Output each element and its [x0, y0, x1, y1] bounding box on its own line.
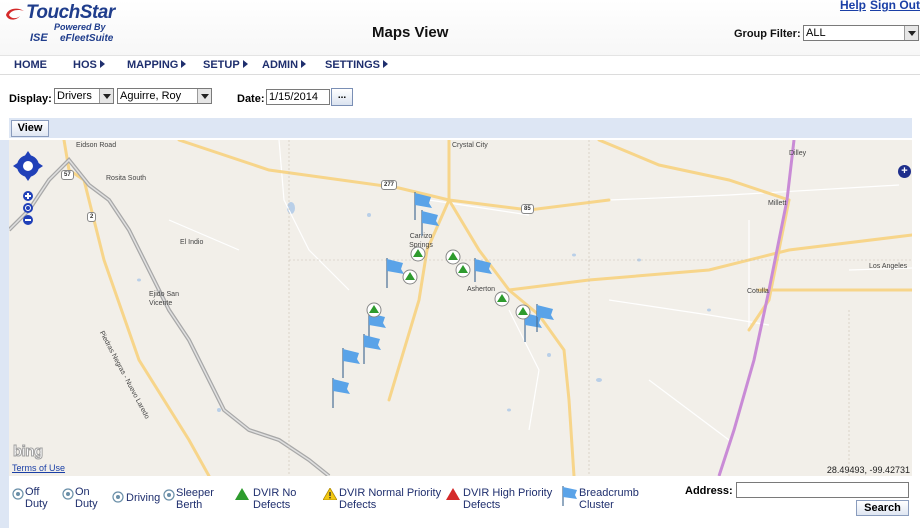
nav-mapping[interactable]: MAPPING — [127, 59, 187, 71]
dvir-no-defects-marker-icon[interactable] — [366, 302, 382, 318]
display-value: Drivers — [57, 90, 92, 102]
logo-brand-text: TouchStar — [26, 2, 115, 23]
group-filter-select[interactable]: ALL — [803, 25, 919, 41]
caret-right-icon — [99, 60, 105, 68]
bing-logo: bing — [13, 443, 44, 461]
date-label: Date: — [237, 93, 265, 105]
logo-powered-text: Powered By — [54, 22, 106, 32]
legend-dvir-no-defects: DVIR No Defects — [253, 487, 297, 511]
legend-breadcrumb-cluster: Breadcrumb Cluster — [579, 487, 639, 511]
logo-suite-text: eFleetSuite — [60, 33, 114, 44]
signout-link[interactable]: Sign Out — [870, 0, 920, 12]
dvir-no-defects-icon — [235, 488, 249, 500]
nav-setup[interactable]: SETUP — [203, 59, 248, 71]
off-duty-icon — [12, 488, 24, 500]
nav-settings[interactable]: SETTINGS — [325, 59, 389, 71]
view-button[interactable]: View — [11, 120, 49, 137]
caret-right-icon — [301, 60, 307, 68]
dvir-no-defects-marker-icon[interactable] — [445, 249, 461, 265]
driver-select[interactable]: Aguirre, Roy — [117, 88, 212, 104]
logo-ise-text: ISE — [30, 32, 48, 44]
group-filter-value: ALL — [806, 27, 826, 39]
help-link[interactable]: Help — [840, 0, 866, 12]
breadcrumb-flag-icon[interactable] — [474, 258, 492, 282]
dvir-no-defects-marker-icon[interactable] — [402, 269, 418, 285]
dvir-no-defects-marker-icon[interactable] — [410, 246, 426, 262]
chevron-down-icon[interactable] — [197, 89, 211, 103]
app-header: TouchStar Powered By ISE eFleetSuite Map… — [0, 0, 920, 55]
nav-hos[interactable]: HOS — [73, 59, 105, 71]
breadcrumb-flag-icon[interactable] — [421, 210, 439, 236]
dvir-high-priority-icon — [446, 488, 460, 500]
legend-sleeper-berth: Sleeper Berth — [176, 487, 214, 511]
group-filter-label: Group Filter: — [734, 28, 801, 40]
top-links: Help Sign Out — [836, 0, 920, 12]
main-nav: HOME HOS MAPPING SETUP ADMIN SETTINGS — [0, 55, 920, 75]
nav-setup-label: SETUP — [203, 59, 240, 71]
map-canvas[interactable]: Eidson Road Crystal City Dilley Rosita S… — [9, 140, 912, 476]
chevron-down-icon[interactable] — [99, 89, 113, 103]
address-label: Address: — [685, 485, 733, 497]
search-button[interactable]: Search — [856, 500, 909, 516]
caret-right-icon — [181, 60, 187, 68]
nav-home-label: HOME — [14, 59, 47, 71]
legend-dvir-normal-priority: DVIR Normal Priority Defects — [339, 487, 442, 511]
coordinates-readout: 28.49493, -99.42731 — [826, 465, 910, 475]
dvir-no-defects-marker-icon[interactable] — [515, 304, 531, 320]
legend-driving: Driving — [126, 492, 161, 504]
legend-on-duty: On Duty — [75, 486, 98, 510]
page-title: Maps View — [372, 24, 449, 41]
nav-mapping-label: MAPPING — [127, 59, 179, 71]
driving-icon — [112, 491, 124, 503]
terms-of-use-link[interactable]: Terms of Use — [12, 463, 65, 473]
touchstar-logo[interactable]: TouchStar Powered By ISE eFleetSuite — [2, 2, 127, 46]
left-gutter — [0, 140, 9, 528]
date-input[interactable] — [266, 89, 330, 105]
breadcrumb-flag-icon[interactable] — [332, 378, 350, 408]
address-input[interactable] — [736, 482, 909, 498]
on-duty-icon — [62, 488, 74, 500]
nav-home[interactable]: HOME — [14, 59, 47, 71]
dvir-no-defects-marker-icon[interactable] — [455, 262, 471, 278]
touchstar-swirl-icon — [6, 8, 24, 20]
sleeper-berth-icon — [163, 489, 175, 501]
display-select[interactable]: Drivers — [54, 88, 114, 104]
driver-value: Aguirre, Roy — [120, 90, 182, 102]
breadcrumb-flag-icon[interactable] — [386, 258, 404, 288]
legend-off-duty: Off Duty — [25, 486, 48, 510]
display-label: Display: — [9, 93, 52, 105]
nav-hos-label: HOS — [73, 59, 97, 71]
nav-admin-label: ADMIN — [262, 59, 299, 71]
caret-right-icon — [383, 60, 389, 68]
view-toolbar — [9, 118, 912, 138]
caret-right-icon — [242, 60, 248, 68]
dvir-no-defects-marker-icon[interactable] — [494, 291, 510, 307]
map-markers-layer — [332, 192, 554, 408]
legend-dvir-high-priority: DVIR High Priority Defects — [463, 487, 553, 511]
nav-admin[interactable]: ADMIN — [262, 59, 307, 71]
breadcrumb-cluster-icon — [562, 486, 577, 506]
nav-settings-label: SETTINGS — [325, 59, 381, 71]
dvir-normal-priority-icon — [323, 488, 337, 500]
chevron-down-icon[interactable] — [904, 26, 918, 40]
breadcrumb-flag-icon[interactable] — [342, 348, 360, 378]
breadcrumb-flag-icon[interactable] — [363, 334, 381, 364]
date-picker-button[interactable]: ... — [331, 88, 353, 106]
